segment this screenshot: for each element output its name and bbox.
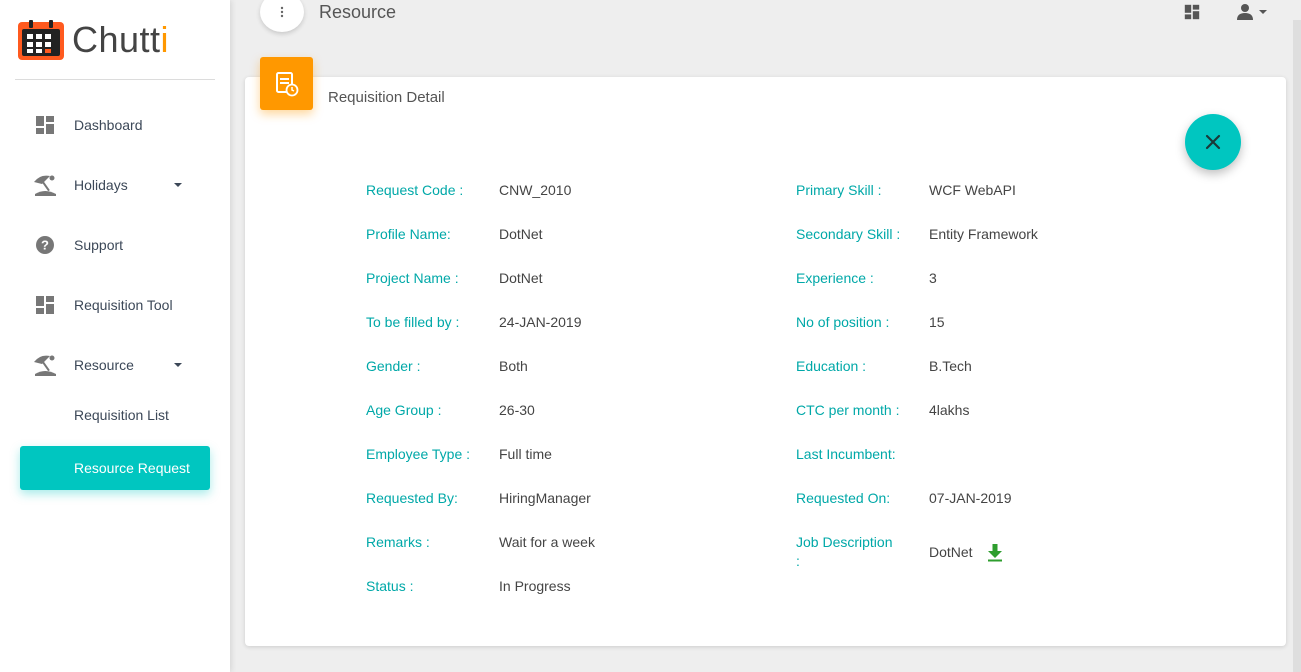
sidebar-item-label: Requisition Tool [74,297,173,313]
status-value: In Progress [499,578,571,594]
education-value: B.Tech [929,358,972,374]
request-document-icon [275,71,298,96]
ctc-label: CTC per month : [796,402,900,418]
beach-icon [32,172,58,198]
svg-text:?: ? [41,238,49,253]
sidebar-item-label: Resource [74,357,134,373]
sidebar: Chutti Dashboard Holidays ? Support Requ… [0,0,230,672]
help-icon: ? [32,232,58,258]
sidebar-item-resource-request[interactable]: Resource Request [20,446,210,490]
profile-name-label: Profile Name: [366,226,451,242]
request-code-label: Request Code : [366,182,464,198]
sidebar-item-resource[interactable]: Resource [20,343,210,387]
dashboard-icon [1184,4,1200,20]
person-icon [1237,4,1253,20]
sidebar-item-requisition-list[interactable]: Requisition List [20,393,210,437]
sidebar-item-requisition-tool[interactable]: Requisition Tool [20,283,210,327]
last-incumbent-label: Last Incumbent: [796,446,896,462]
divider [15,79,215,80]
card-title: Requisition Detail [328,89,445,106]
card-header-badge [260,57,313,110]
project-name-label: Project Name : [366,270,459,286]
request-code-value: CNW_2010 [499,182,572,198]
sidebar-item-label: Support [74,237,124,253]
dashboard-icon [32,112,58,138]
profile-name-value: DotNet [499,226,543,242]
dashboard-button[interactable] [1184,4,1200,25]
secondary-skill-label: Secondary Skill : [796,226,901,242]
sidebar-item-label: Requisition List [74,407,169,423]
page-title: Resource [319,2,397,22]
no-of-position-value: 15 [929,314,945,330]
project-name-value: DotNet [499,270,543,286]
age-group-label: Age Group : [366,402,442,418]
employee-type-value: Full time [499,446,552,462]
primary-skill-label: Primary Skill : [796,182,882,198]
top-bar: Resource [230,0,1301,40]
requested-on-label: Requested On: [796,490,891,506]
education-label: Education : [796,358,867,374]
filled-by-label: To be filled by : [366,314,460,330]
more-vert-button[interactable] [260,0,304,32]
experience-value: 3 [929,270,937,286]
secondary-skill-value: Entity Framework [929,226,1038,242]
sidebar-item-dashboard[interactable]: Dashboard [20,103,210,147]
requested-on-value: 07-JAN-2019 [929,490,1012,506]
caret-down-icon [174,363,182,367]
primary-skill-value: WCF WebAPI [929,182,1016,198]
no-of-position-label: No of position : [796,314,890,330]
requested-by-label: Requested By: [366,490,458,506]
ctc-value: 4lakhs [929,402,970,418]
sidebar-item-label: Holidays [74,177,128,193]
remarks-value: Wait for a week [499,534,595,550]
gender-label: Gender : [366,358,421,374]
requested-by-value: HiringManager [499,490,591,506]
app-logo[interactable]: Chutti [18,20,169,60]
user-menu-button[interactable] [1236,3,1267,21]
scrollbar[interactable] [1293,20,1301,672]
caret-down-icon [1259,10,1267,14]
job-description-label: Job Description [796,534,893,550]
more-vert-icon [280,6,284,18]
sidebar-item-label: Resource Request [74,460,190,476]
calendar-logo-icon [18,20,64,60]
download-icon[interactable] [986,543,1004,563]
sidebar-item-label: Dashboard [74,117,143,133]
filled-by-value: 24-JAN-2019 [499,314,582,330]
gender-value: Both [499,358,528,374]
close-icon [1205,134,1221,150]
experience-label: Experience : [796,270,874,286]
sidebar-item-holidays[interactable]: Holidays [20,163,210,207]
caret-down-icon [174,183,182,187]
status-label: Status : [366,578,414,594]
employee-type-label: Employee Type : [366,446,471,462]
dashboard-icon [32,292,58,318]
job-description-value: DotNet [929,544,973,560]
job-description-label-colon: : [796,553,800,569]
remarks-label: Remarks : [366,534,430,550]
close-button[interactable] [1185,114,1241,170]
sidebar-item-support[interactable]: ? Support [20,223,210,267]
age-group-value: 26-30 [499,402,535,418]
beach-icon [32,352,58,378]
app-name: Chutti [72,19,170,60]
